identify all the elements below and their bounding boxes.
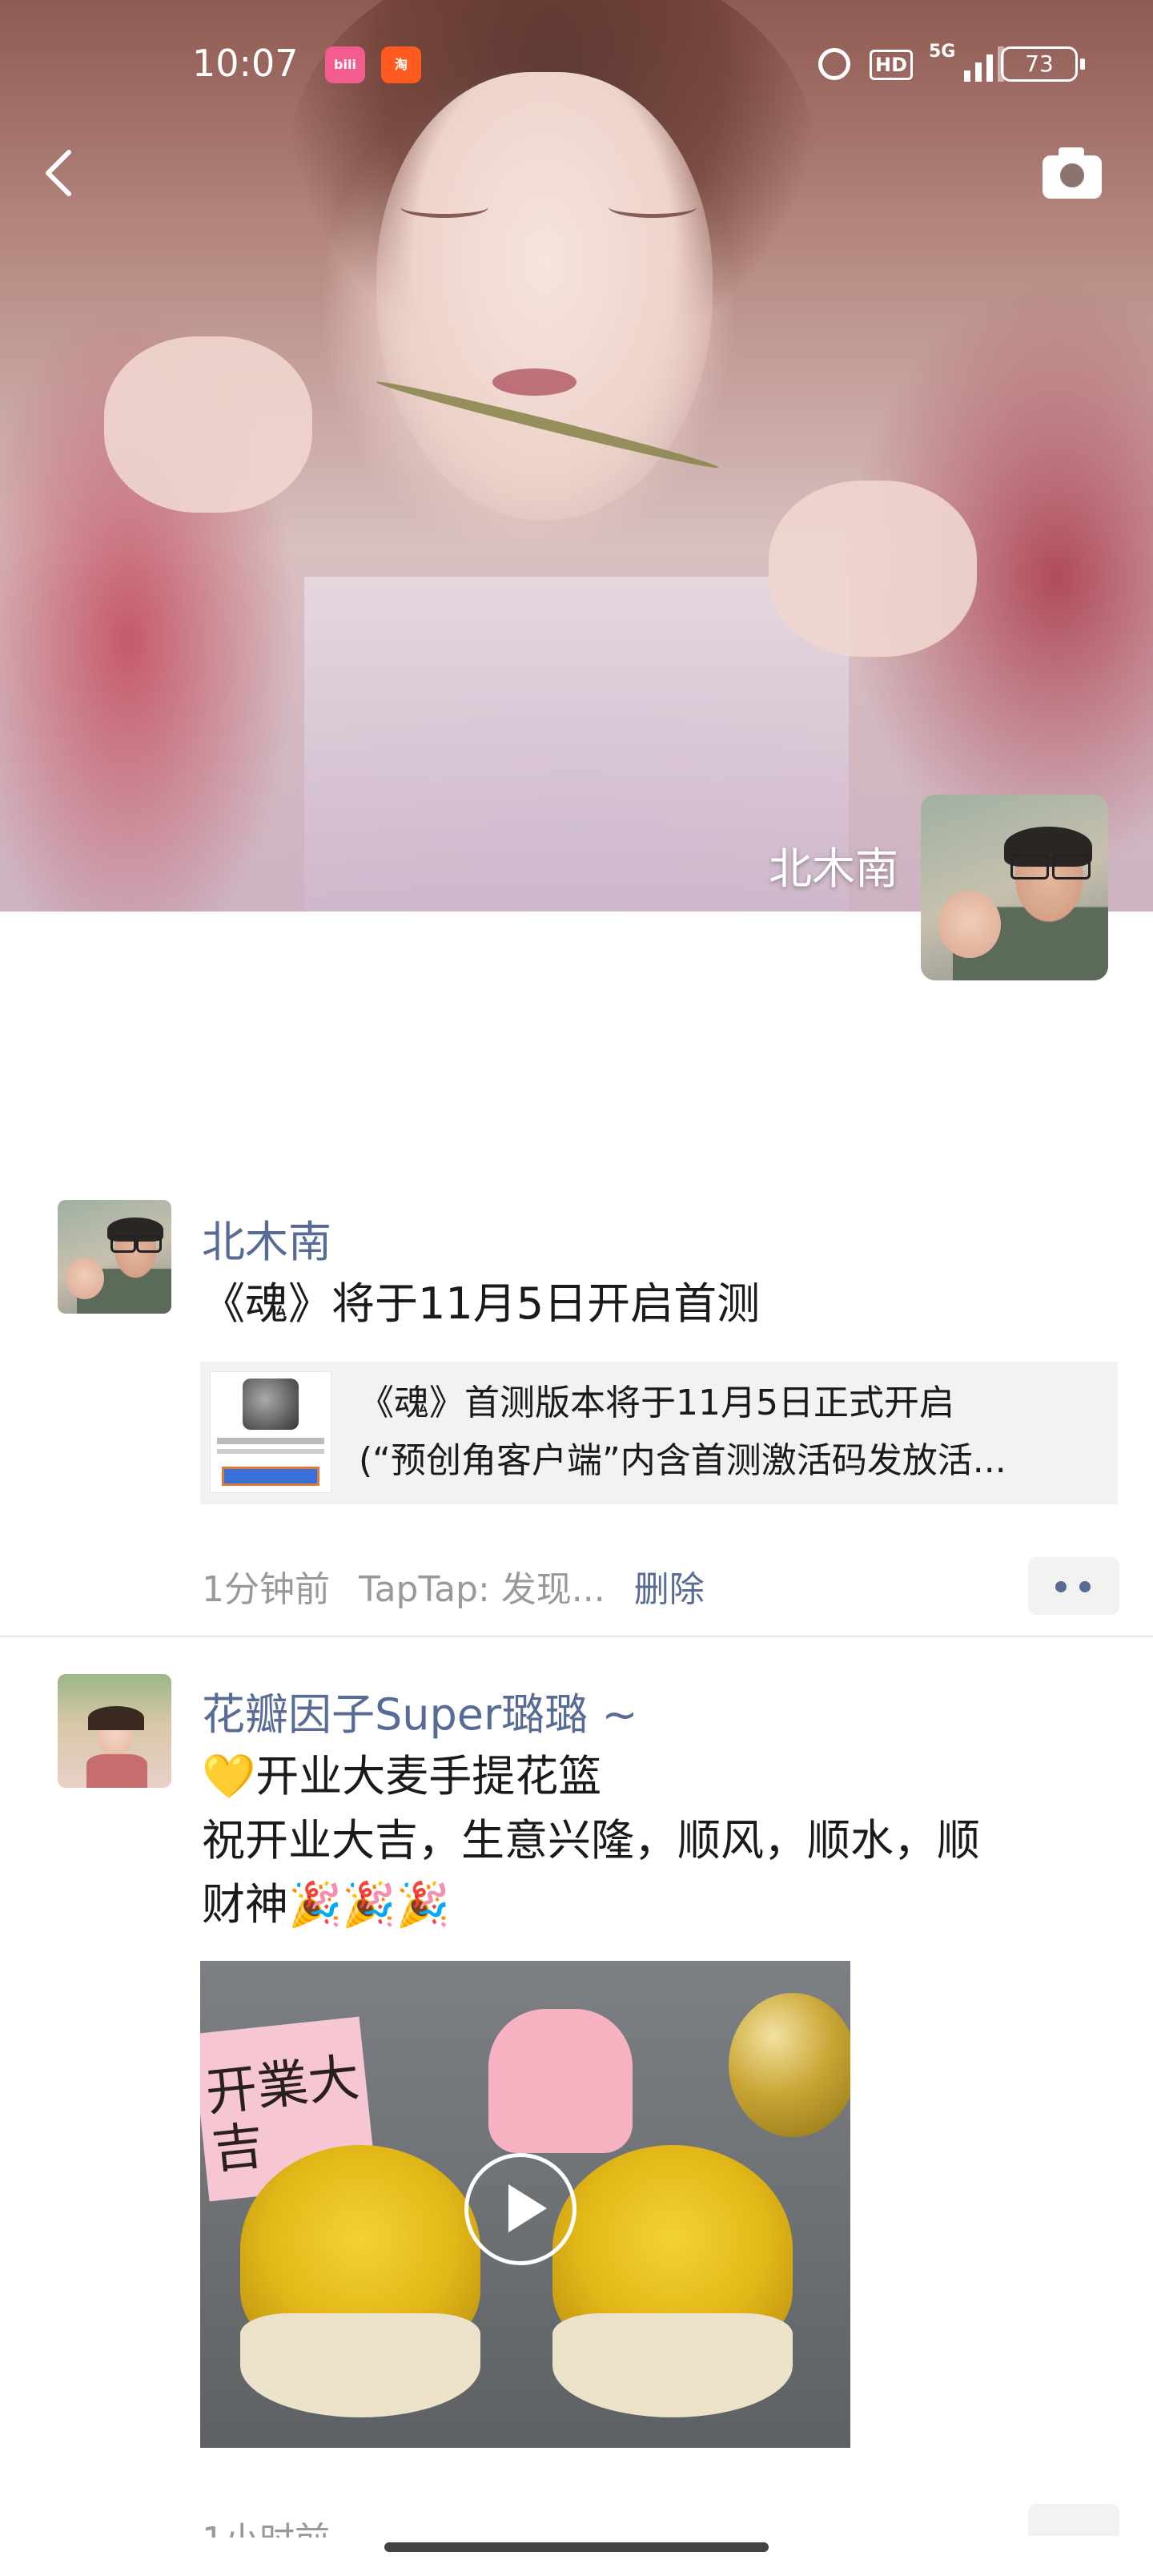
post-text-line2: 祝开业大吉，生意兴隆，顺风，顺水，顺 [202,1815,980,1866]
more-dots-icon [1055,1581,1067,1592]
post-author-avatar[interactable] [58,1674,171,1788]
home-indicator[interactable] [384,2542,769,2552]
chevron-left-icon [46,150,71,196]
profile-name: 北木南 [769,843,898,894]
post-divider [0,1636,1153,1637]
taobao-app-icon: 淘 [381,46,421,83]
hd-icon: HD [870,50,914,80]
post-meta: 1分钟前 TapTap: 发现... 删除 [202,1560,705,1612]
camera-button[interactable] [1041,144,1103,200]
cover-photo[interactable] [0,0,1153,912]
cover-eye-left [400,196,488,218]
status-bar: 10:07 bili 淘 HD 5G 73 [0,0,1153,136]
battery-icon: 73 [1001,46,1085,82]
alarm-icon [818,48,850,80]
play-icon[interactable] [464,2153,576,2265]
link-thumbnail [210,1371,331,1493]
shared-link-card[interactable]: 《魂》首测版本将于11月5日正式开启 (“预创角客户端”内含首测激活码发放活..… [200,1362,1118,1504]
delete-button[interactable]: 删除 [634,1569,705,1610]
post-author-name[interactable]: 北木南 [202,1206,331,1270]
gold-balloon [729,1993,850,2137]
post-time: 1分钟前 [202,1569,330,1610]
cover-eye-right [609,196,697,218]
video-thumbnail[interactable]: 开業大吉 [200,1961,850,2448]
profile-avatar[interactable] [921,795,1108,980]
link-title-line1: 《魂》首测版本将于11月5日正式开启 [359,1383,954,1423]
post-author-name[interactable]: 花瓣因子Super璐璐 ~ [202,1679,638,1742]
post-text-line3: 财神🎉🎉🎉 [202,1879,450,1930]
bilibili-app-icon: bili [325,46,365,83]
signal-icon [958,46,1004,82]
cover-robe [304,577,849,912]
post-text: 《魂》将于11月5日开启首测 [202,1278,761,1329]
cover-hand-right [769,481,977,657]
back-button[interactable] [35,141,83,205]
network-type: 5G [929,42,956,62]
lucky-cat-sign [488,2009,633,2153]
post-author-avatar[interactable] [58,1200,171,1314]
comment-like-button[interactable] [1028,1557,1119,1615]
post-source[interactable]: TapTap: 发现... [359,1569,605,1610]
post-text-line1: 💛开业大麦手提花篮 [202,1751,602,1801]
post-text: 💛开业大麦手提花篮 祝开业大吉，生意兴隆，顺风，顺水，顺 财神🎉🎉🎉 [202,1745,1099,1937]
link-title-line2: (“预创角客户端”内含首测激活码发放活... [359,1440,1006,1481]
link-title: 《魂》首测版本将于11月5日正式开启 (“预创角客户端”内含首测激活码发放活..… [359,1375,1095,1490]
cover-lips [492,368,576,396]
comment-like-button[interactable] [1028,2504,1119,2536]
status-time: 10:07 [192,42,299,85]
post-time: 1小时前 [202,2506,330,2538]
cover-hand-left [104,336,312,513]
